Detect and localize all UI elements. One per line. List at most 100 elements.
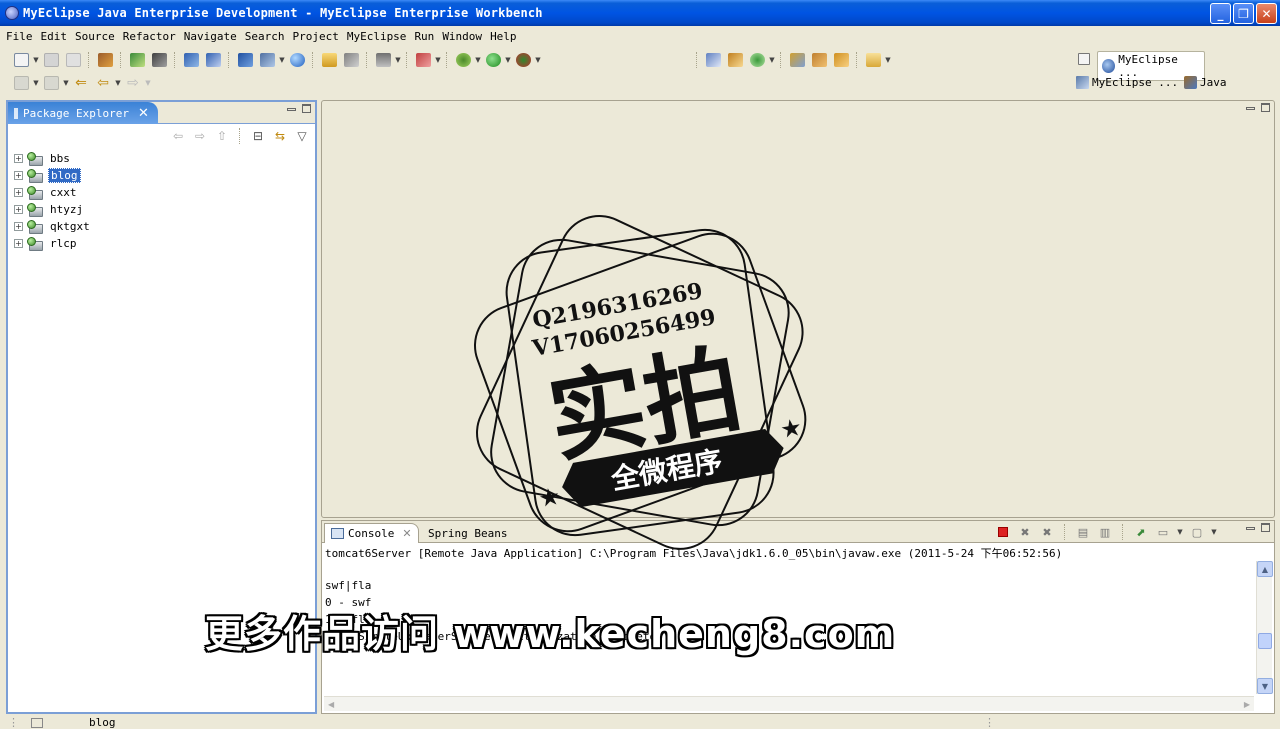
expand-icon[interactable]: + bbox=[14, 171, 23, 180]
next-annotation-icon[interactable] bbox=[10, 73, 32, 93]
server-dropdown-icon[interactable]: ▼ bbox=[278, 56, 286, 64]
perspective-java[interactable]: Java bbox=[1184, 76, 1227, 89]
camera-icon[interactable] bbox=[372, 50, 394, 70]
debug-server-icon[interactable] bbox=[126, 50, 148, 70]
link-with-editor-icon[interactable]: ⇆ bbox=[271, 128, 289, 144]
new-package-icon[interactable] bbox=[702, 50, 724, 70]
scroll-right-icon[interactable]: ▶ bbox=[1244, 700, 1250, 709]
open-type-icon[interactable] bbox=[94, 50, 116, 70]
terminate-icon[interactable] bbox=[994, 524, 1012, 540]
open-console-dropdown-icon[interactable]: ▼ bbox=[1210, 528, 1218, 536]
debug-icon[interactable] bbox=[452, 50, 474, 70]
server-manage-icon[interactable] bbox=[148, 50, 170, 70]
external-tools-icon[interactable] bbox=[512, 50, 534, 70]
up-nav-icon[interactable]: ⇧ bbox=[213, 128, 231, 144]
forward-icon[interactable]: ⇨ bbox=[122, 73, 144, 93]
display-console-icon[interactable]: ▭ bbox=[1154, 524, 1172, 540]
external-tools-dropdown-icon[interactable]: ▼ bbox=[534, 56, 542, 64]
menu-file[interactable]: File bbox=[2, 30, 37, 43]
prev-annotation-dropdown-icon[interactable]: ▼ bbox=[62, 79, 70, 87]
back-dropdown-icon[interactable]: ▼ bbox=[114, 79, 122, 87]
pin-console-icon[interactable]: ⬈ bbox=[1132, 524, 1150, 540]
menu-run[interactable]: Run bbox=[410, 30, 438, 43]
maximize-editor-icon[interactable] bbox=[1261, 103, 1270, 112]
minimize-view-icon[interactable] bbox=[1246, 527, 1255, 530]
minimize-editor-icon[interactable] bbox=[1246, 107, 1255, 110]
save-icon[interactable] bbox=[40, 50, 62, 70]
menu-help[interactable]: Help bbox=[486, 30, 521, 43]
bookmark-icon[interactable] bbox=[830, 50, 852, 70]
maximize-view-icon[interactable] bbox=[302, 104, 311, 113]
run-icon[interactable] bbox=[482, 50, 504, 70]
expand-icon[interactable]: + bbox=[14, 154, 23, 163]
tree-item-blog[interactable]: + blog bbox=[14, 167, 92, 184]
forward-dropdown-icon[interactable]: ▼ bbox=[144, 79, 152, 87]
tree-item-rlcp[interactable]: + rlcp bbox=[14, 235, 92, 252]
forward-nav-icon[interactable]: ⇨ bbox=[191, 128, 209, 144]
close-tab-icon[interactable]: ✕ bbox=[138, 106, 149, 121]
clear-console-icon[interactable]: ▤ bbox=[1074, 524, 1092, 540]
menu-search[interactable]: Search bbox=[241, 30, 289, 43]
console-vertical-scrollbar[interactable]: ▲ ▼ bbox=[1256, 561, 1273, 694]
expand-icon[interactable]: + bbox=[14, 222, 23, 231]
scroll-up-icon[interactable]: ▲ bbox=[1257, 561, 1273, 577]
view-menu-icon[interactable]: ▽ bbox=[293, 128, 311, 144]
menu-myeclipse[interactable]: MyEclipse bbox=[343, 30, 411, 43]
sync-dropdown-icon[interactable]: ▼ bbox=[768, 56, 776, 64]
console-horizontal-scrollbar[interactable]: ◀ ▶ bbox=[324, 696, 1254, 711]
back-nav-icon[interactable]: ⇦ bbox=[169, 128, 187, 144]
camera-dropdown-icon[interactable]: ▼ bbox=[394, 56, 402, 64]
menu-edit[interactable]: Edit bbox=[37, 30, 72, 43]
tab-console[interactable]: Console ✕ bbox=[324, 523, 419, 543]
tab-package-explorer[interactable]: Package Explorer ✕ bbox=[8, 102, 158, 124]
remove-all-launches-icon[interactable]: ✖ bbox=[1038, 524, 1056, 540]
scroll-lock-icon[interactable]: ▥ bbox=[1096, 524, 1114, 540]
server-start-icon[interactable] bbox=[234, 50, 256, 70]
debug-dropdown-icon[interactable]: ▼ bbox=[474, 56, 482, 64]
new-sync-icon[interactable] bbox=[746, 50, 768, 70]
refresh-icon[interactable] bbox=[340, 50, 362, 70]
tree-item-htyzj[interactable]: + htyzj bbox=[14, 201, 92, 218]
next-annotation-dropdown-icon[interactable]: ▼ bbox=[32, 79, 40, 87]
back-icon[interactable]: ⇦ bbox=[92, 73, 114, 93]
prev-annotation-icon[interactable] bbox=[40, 73, 62, 93]
open-perspective-button[interactable] bbox=[1078, 53, 1090, 65]
menu-refactor[interactable]: Refactor bbox=[119, 30, 180, 43]
wizard-dropdown-icon[interactable]: ▼ bbox=[434, 56, 442, 64]
menu-source[interactable]: Source bbox=[71, 30, 119, 43]
collapse-all-icon[interactable]: ⊟ bbox=[249, 128, 267, 144]
new-dropdown-icon[interactable]: ▼ bbox=[32, 56, 40, 64]
deploy-icon[interactable] bbox=[180, 50, 202, 70]
maximize-view-icon[interactable] bbox=[1261, 523, 1270, 532]
scroll-down-icon[interactable]: ▼ bbox=[1257, 678, 1273, 694]
menu-window[interactable]: Window bbox=[438, 30, 486, 43]
restore-button[interactable]: ❐ bbox=[1233, 3, 1254, 24]
close-button[interactable]: ✕ bbox=[1256, 3, 1277, 24]
expand-icon[interactable]: + bbox=[14, 188, 23, 197]
minimize-button[interactable]: _ bbox=[1210, 3, 1231, 24]
print-icon[interactable] bbox=[62, 50, 84, 70]
new-icon[interactable] bbox=[10, 50, 32, 70]
open-task-icon[interactable] bbox=[786, 50, 808, 70]
open-folder-icon[interactable] bbox=[318, 50, 340, 70]
new-class-icon[interactable] bbox=[724, 50, 746, 70]
expand-icon[interactable]: + bbox=[14, 239, 23, 248]
tree-item-cxxt[interactable]: + cxxt bbox=[14, 184, 92, 201]
server-config-icon[interactable] bbox=[256, 50, 278, 70]
minimize-view-icon[interactable] bbox=[287, 108, 296, 111]
folder-nav-icon[interactable] bbox=[862, 50, 884, 70]
tree-item-bbs[interactable]: + bbs bbox=[14, 150, 92, 167]
close-tab-icon[interactable]: ✕ bbox=[402, 527, 411, 540]
expand-icon[interactable]: + bbox=[14, 205, 23, 214]
run-dropdown-icon[interactable]: ▼ bbox=[504, 56, 512, 64]
perspective-myeclipse-database[interactable]: MyEclipse ... bbox=[1076, 76, 1178, 89]
last-edit-icon[interactable]: ⇐ bbox=[70, 73, 92, 93]
menu-navigate[interactable]: Navigate bbox=[180, 30, 241, 43]
new-wizard-icon[interactable] bbox=[412, 50, 434, 70]
tree-item-qktgxt[interactable]: + qktgxt bbox=[14, 218, 92, 235]
open-console-icon[interactable]: ▢ bbox=[1188, 524, 1206, 540]
scroll-left-icon[interactable]: ◀ bbox=[328, 700, 334, 709]
folder-nav-dropdown-icon[interactable]: ▼ bbox=[884, 56, 892, 64]
undeploy-icon[interactable] bbox=[202, 50, 224, 70]
pin-icon[interactable] bbox=[808, 50, 830, 70]
